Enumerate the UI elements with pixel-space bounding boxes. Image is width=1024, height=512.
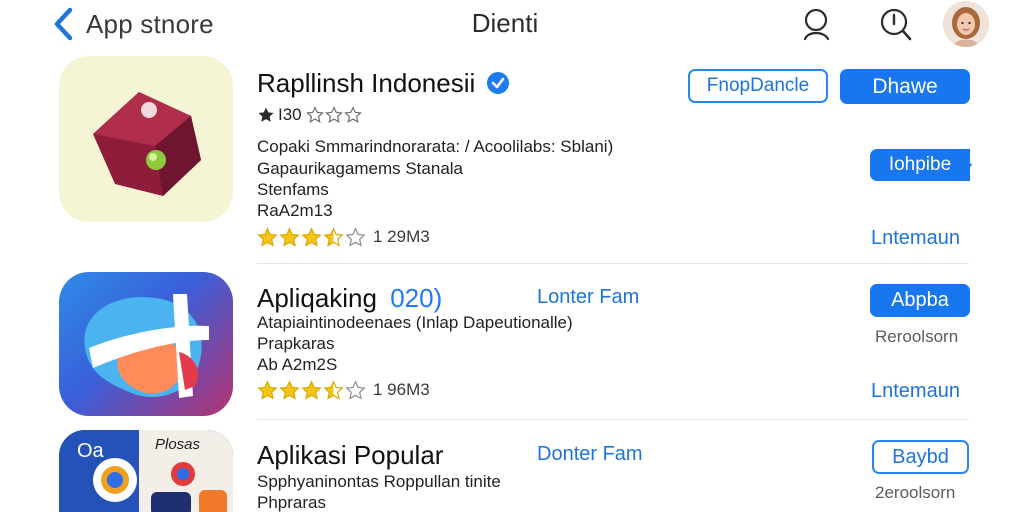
developer-link[interactable]: Donter Fam [537,443,643,466]
top-bar: App stnore Dienti [0,0,1024,50]
star-filled-icon [257,379,278,400]
rating-count: 1 96M3 [373,380,430,399]
open-download-button[interactable]: FnopDancle [688,69,828,103]
page-title: Dienti [471,8,539,38]
app-description-line: Ab A2m2S [257,355,338,374]
icon-label: Oa [77,440,104,462]
dice-icon [93,92,201,196]
star-half-icon [323,226,344,247]
rating-count: 1 29M3 [373,227,430,246]
tag-label: Iohpibe [888,154,952,175]
star-half-icon [323,379,344,400]
info-link[interactable]: Lntemaun [871,380,960,403]
app-name-3: Aplikasi Popular [257,440,444,470]
app-size-text: 2eroolsorn [875,483,956,502]
top-rating-1: I30 [257,104,363,126]
tag-arrow-icon [956,149,972,181]
star-filled-icon [301,379,322,400]
app-title-suffix: 020) [390,283,443,313]
app-description-line: Gapaurikagamems Stanala [257,159,464,178]
app-description-line: RaA2m13 [257,201,333,220]
star-filled-icon [257,226,278,247]
row-divider [257,419,969,420]
star-filled-icon [301,226,322,247]
tag-button[interactable]: Iohpibe [870,149,970,181]
get-button[interactable]: Abpba [870,284,970,317]
star-filled-icon [279,379,300,400]
icon-label: Plosas [155,436,201,453]
back-button[interactable]: App stnore [52,6,214,42]
search-icon[interactable] [800,6,834,42]
app-size-text: Reroolsorn [875,327,959,346]
star-filled-icon [258,107,274,122]
back-label: App stnore [86,8,214,39]
star-group [257,379,367,401]
app-title: Rapllinsh Indonesii [257,68,476,98]
user-avatar-image [943,1,989,47]
app-description-line: Atapiaintinodeenaes (Inlap Dapeutionalle… [257,313,573,332]
get-button[interactable]: Baybd [872,440,969,474]
get-button[interactable]: Dhawe [840,69,970,104]
app-name-2: Apliqaking 020) [257,283,442,314]
app-description-line: Phpraras [257,493,326,512]
app-description-line: Prapkaras [257,334,335,353]
row-divider [257,263,969,264]
app-title: Apliqaking [257,283,377,313]
rating-stars-1: 1 29M3 [257,226,430,248]
search-info-icon[interactable] [878,6,912,42]
top-rating-text: I30 [278,105,302,124]
info-link[interactable]: Lntemaun [871,227,960,250]
rating-stars-2: 1 96M3 [257,379,430,401]
star-filled-icon [279,226,300,247]
app-icon-1[interactable] [59,56,233,222]
app-icon-3[interactable]: Oa Plosas [59,430,233,512]
star-group [257,226,367,248]
avatar[interactable] [943,1,989,47]
star-empty-icon [343,106,362,124]
star-empty-icon [345,226,366,247]
app-name-1: Rapllinsh Indonesii [257,68,510,99]
app-icon-2[interactable] [59,272,233,416]
verified-badge-icon [487,72,510,94]
app-description-line: Copaki Smmarindnorarata: / Acoolilabs: S… [257,137,614,156]
star-empty-icon [324,106,343,124]
star-empty-icon [305,106,324,124]
app-description-line: Stenfams [257,180,329,199]
brush-letter-icon [84,294,209,398]
star-empty-icon [345,379,366,400]
developer-link[interactable]: Lonter Fam [537,286,639,309]
chevron-left-icon [54,7,73,41]
app-description-line: Spphyaninontas Roppullan tinite [257,472,501,491]
